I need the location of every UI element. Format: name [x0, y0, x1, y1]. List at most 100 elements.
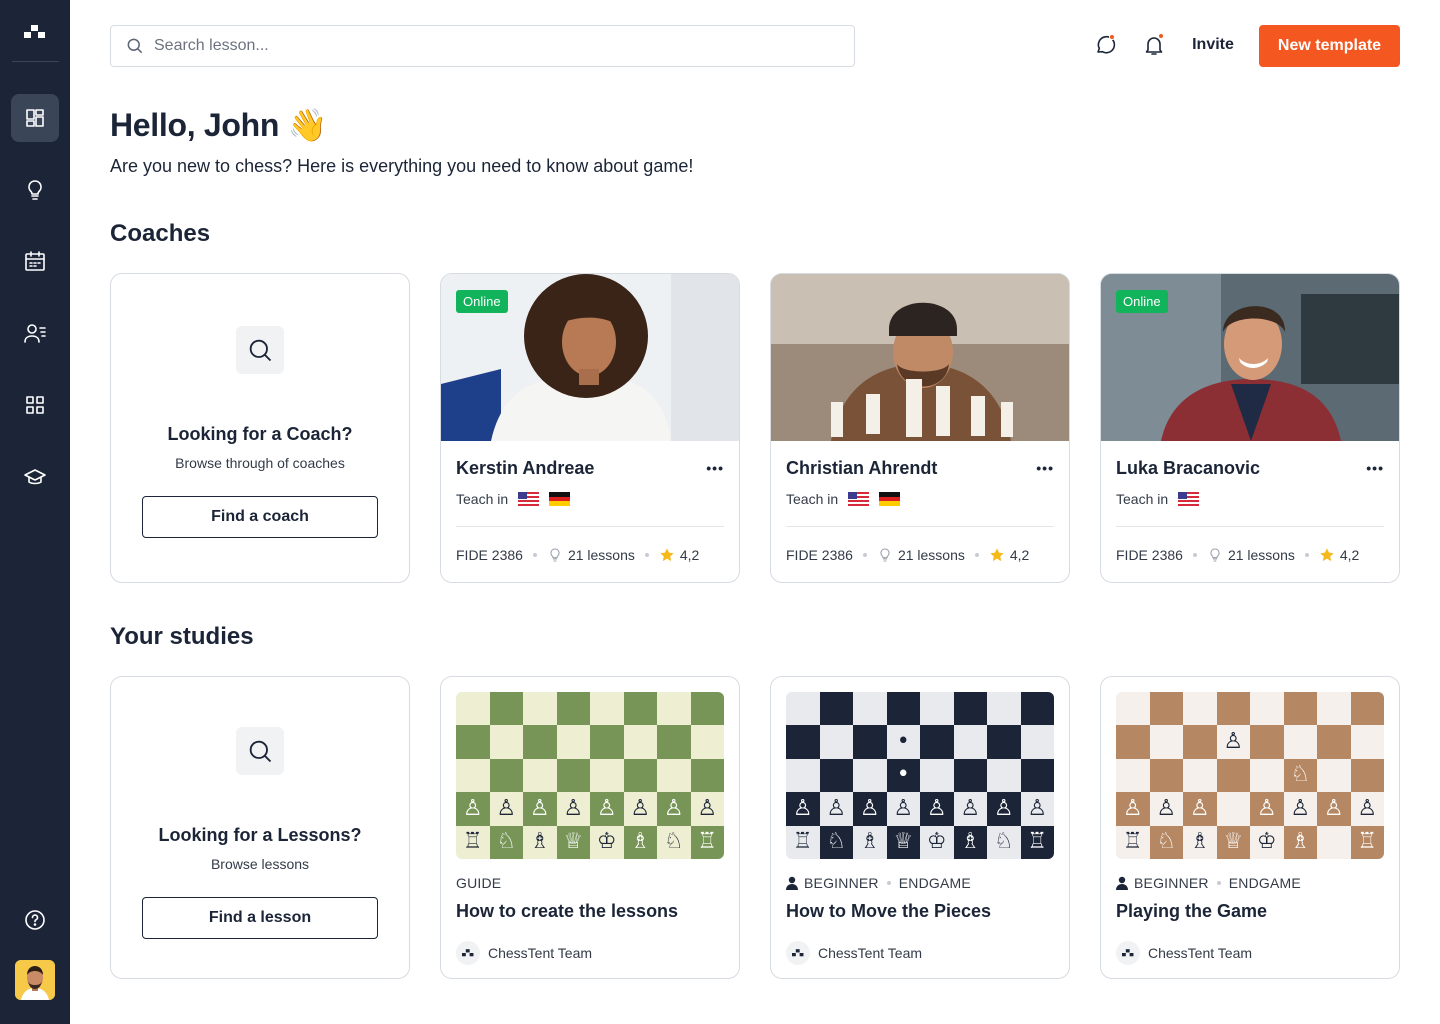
page-subtitle: Are you new to chess? Here is everything… [110, 156, 694, 176]
board-square [556, 692, 590, 726]
study-card[interactable]: ♙ ♘ ♙ ♙ ♙ ♙ ♙ ♙ ♙ ♖ ♘ ♗ ♕ ♔ ♗ ♖ BEGINNER ENDGAME Playin… [1100, 676, 1400, 979]
teach-in: Teach in [1116, 491, 1200, 507]
board-square [556, 758, 590, 793]
fide-rating: FIDE 2386 [786, 547, 853, 563]
board-square [1183, 725, 1217, 759]
board-square: ♗ [1283, 825, 1317, 859]
study-category: ENDGAME [898, 875, 971, 891]
separator-dot [644, 553, 649, 557]
board-square: ♘ [819, 825, 853, 859]
grid-icon [26, 396, 44, 414]
board-square: ♗ [623, 825, 657, 859]
sidebar-item-help[interactable] [11, 896, 59, 944]
author-name: ChessTent Team [818, 945, 923, 961]
lessons-count: 21 lessons [1227, 547, 1295, 563]
help-icon [25, 910, 45, 930]
messages-button[interactable] [1094, 33, 1120, 59]
find-coach-subtitle: Browse through of coaches [175, 455, 345, 471]
board-square [1020, 725, 1054, 759]
divider [786, 526, 1054, 527]
sidebar-item-apps[interactable] [11, 381, 59, 429]
board-square: ♖ [690, 825, 724, 859]
board-square [456, 758, 490, 793]
notification-dot [1158, 33, 1164, 39]
board-square [886, 692, 920, 726]
sidebar-item-calendar[interactable] [11, 237, 59, 285]
sidebar-item-dashboard[interactable] [11, 94, 59, 142]
study-card[interactable]: • • ♙ ♙ ♙ ♙ ♙ ♙ ♙ ♙ ♖ ♘ ♗ ♕ ♔ ♗ ♘ ♖ BEGINNER ENDGAME How … [770, 676, 1070, 979]
study-card[interactable]: ♙ ♙ ♙ ♙ ♙ ♙ ♙ ♙ ♖ ♘ ♗ ♕ ♔ ♗ ♘ ♖ GUIDE How to create the… [440, 676, 740, 979]
notifications-button[interactable] [1142, 33, 1168, 59]
lightbulb-icon [880, 548, 890, 562]
board-square [819, 758, 853, 793]
flag-de-icon [549, 492, 571, 506]
sidebar-item-courses[interactable] [11, 453, 59, 501]
coach-card[interactable]: Online Luka Bracanovic ••• Teach in FIDE… [1100, 273, 1400, 583]
sidebar-item-ideas[interactable] [11, 166, 59, 214]
star-icon [990, 548, 1004, 562]
author-name: ChessTent Team [488, 945, 593, 961]
online-badge: Online [456, 290, 508, 313]
graduation-cap-icon [24, 469, 46, 485]
lightbulb-icon [550, 548, 560, 562]
logo-icon [1116, 941, 1140, 965]
board-square [489, 725, 523, 759]
search-icon [236, 326, 284, 374]
board-square [987, 692, 1021, 726]
find-lesson-subtitle: Browse lessons [210, 856, 310, 872]
board-square [1317, 825, 1351, 859]
search-icon [236, 727, 284, 775]
rating: 4,2 [1009, 547, 1030, 563]
avatar[interactable] [15, 960, 55, 1000]
more-options-icon[interactable]: ••• [1036, 460, 1054, 476]
board-square [1149, 725, 1183, 759]
board-square: ♘ [1283, 758, 1317, 793]
logo-icon[interactable] [0, 18, 70, 46]
board-square [1149, 692, 1183, 726]
separator-dot [886, 881, 891, 885]
coach-stats: FIDE 2386 21 lessons 4,2 [1116, 547, 1359, 563]
logo-icon [456, 941, 480, 965]
separator-dot [862, 553, 867, 557]
find-lesson-button[interactable]: Find a lesson [142, 897, 378, 939]
sidebar-item-users[interactable] [11, 309, 59, 357]
find-coach-button[interactable]: Find a coach [142, 496, 378, 538]
board-square [1283, 692, 1317, 726]
search-input[interactable] [154, 37, 804, 55]
board-square [623, 725, 657, 759]
fide-rating: FIDE 2386 [1116, 547, 1183, 563]
board-square [590, 725, 624, 759]
invite-button[interactable]: Invite [1180, 36, 1246, 54]
new-template-button[interactable]: New template [1259, 25, 1400, 67]
board-square: ♙ [690, 792, 724, 826]
coach-card[interactable]: Christian Ahrendt ••• Teach in FIDE 2386… [770, 273, 1070, 583]
board-square: ♘ [657, 825, 691, 859]
study-category: ENDGAME [1228, 875, 1301, 891]
more-options-icon[interactable]: ••• [706, 460, 724, 476]
board-square [853, 758, 887, 793]
lessons-count: 21 lessons [897, 547, 965, 563]
board-square [1216, 792, 1250, 826]
board-square: • [886, 725, 920, 759]
board-square [953, 758, 987, 793]
star-icon [660, 548, 674, 562]
study-level: BEGINNER [804, 875, 879, 891]
board-square: ♙ [1350, 792, 1384, 826]
board-square [1350, 725, 1384, 759]
find-coach-card: Looking for a Coach? Browse through of c… [110, 273, 410, 583]
coach-card[interactable]: Online Kerstin Andreae ••• Teach in FIDE… [440, 273, 740, 583]
board-square [1116, 725, 1150, 759]
search-icon [127, 38, 143, 54]
board-square [853, 725, 887, 759]
flag-us-icon [518, 492, 540, 506]
board-square [523, 692, 557, 726]
rating: 4,2 [679, 547, 700, 563]
board-square: ♙ [853, 792, 887, 826]
board-square [1216, 692, 1250, 726]
board-square [1317, 725, 1351, 759]
board-square [456, 725, 490, 759]
board-square: ♙ [987, 792, 1021, 826]
more-options-icon[interactable]: ••• [1366, 460, 1384, 476]
rating: 4,2 [1339, 547, 1360, 563]
lessons-count: 21 lessons [567, 547, 635, 563]
